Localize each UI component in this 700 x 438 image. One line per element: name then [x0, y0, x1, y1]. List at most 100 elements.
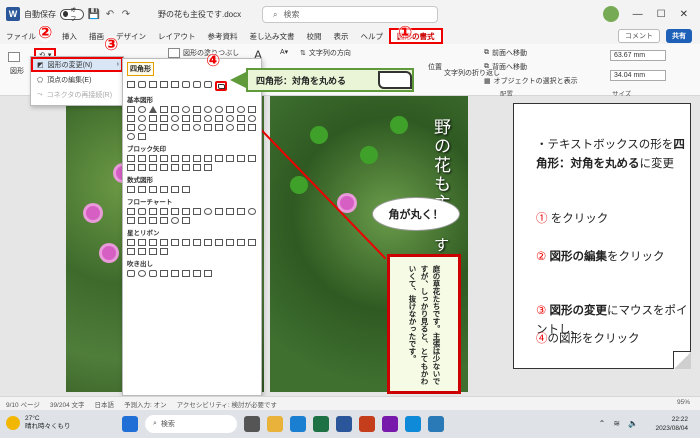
shape-arrow[interactable] — [182, 164, 190, 171]
shape-basic[interactable] — [226, 124, 234, 131]
shape-basic[interactable] — [171, 106, 179, 113]
shape-basic[interactable] — [193, 124, 201, 131]
shape-basic[interactable] — [182, 106, 190, 113]
shape-flowchart[interactable] — [149, 208, 157, 215]
shape-rounded-rectangle[interactable] — [138, 81, 146, 88]
shape-equation[interactable] — [171, 186, 179, 193]
shape-star[interactable] — [127, 239, 135, 246]
shape-star[interactable] — [127, 248, 135, 255]
onenote-icon[interactable] — [382, 416, 398, 432]
shape-callout[interactable] — [193, 270, 201, 277]
shape-flowchart[interactable] — [171, 208, 179, 215]
redo-icon[interactable]: ↷ — [120, 8, 132, 20]
shape-basic[interactable] — [215, 115, 223, 122]
menu-item-change-shape[interactable]: ◩ 図形の変更(N) › — [31, 57, 123, 72]
width-field[interactable]: 34.04 mm — [610, 70, 666, 81]
language-indicator[interactable]: 日本語 — [95, 399, 115, 409]
user-avatar[interactable] — [602, 6, 619, 22]
send-backward-button[interactable]: ⧉ 背面へ移動 — [484, 62, 527, 72]
text-outline-button[interactable]: A▾ — [280, 48, 288, 56]
minimize-icon[interactable]: — — [633, 9, 643, 20]
search-input[interactable]: ⌕ 検索 — [262, 6, 438, 23]
shape-arrow[interactable] — [215, 155, 223, 162]
tab-review[interactable]: 校閲 — [301, 31, 328, 42]
share-button[interactable]: 共有 — [666, 29, 692, 43]
shape-arrow[interactable] — [248, 155, 256, 162]
shape-basic[interactable] — [171, 124, 179, 131]
shape-star[interactable] — [204, 239, 212, 246]
shape-arrow[interactable] — [171, 155, 179, 162]
shape-callout[interactable] — [171, 270, 179, 277]
text-direction-button[interactable]: ⇅ 文字列の方向 — [300, 48, 351, 58]
shape-equation[interactable] — [149, 186, 157, 193]
shape-flowchart[interactable] — [248, 208, 256, 215]
taskbar-search[interactable]: ⌕ 検索 — [145, 415, 237, 433]
file-explorer-icon[interactable] — [267, 416, 283, 432]
shape-basic[interactable] — [248, 106, 256, 113]
excel-icon[interactable] — [313, 416, 329, 432]
shape-round-two[interactable] — [204, 81, 212, 88]
accessibility-indicator[interactable]: アクセシビリティ: 検討が必要です — [177, 399, 277, 409]
shape-star[interactable] — [160, 248, 168, 255]
shape-star[interactable] — [138, 248, 146, 255]
shape-basic[interactable] — [127, 106, 135, 113]
shape-flowchart[interactable] — [182, 217, 190, 224]
shape-basic[interactable] — [138, 133, 146, 140]
shape-callout[interactable] — [138, 270, 146, 277]
shape-basic[interactable] — [127, 133, 135, 140]
tab-help[interactable]: ヘルプ — [355, 31, 390, 42]
shape-arrow[interactable] — [204, 155, 212, 162]
shape-flowchart[interactable] — [149, 217, 157, 224]
shape-basic[interactable] — [138, 124, 146, 131]
shape-basic[interactable] — [237, 106, 245, 113]
shape-callout[interactable] — [149, 270, 157, 277]
powerpoint-icon[interactable] — [359, 416, 375, 432]
shape-basic[interactable] — [193, 115, 201, 122]
tab-references[interactable]: 参考資料 — [202, 31, 244, 42]
shape-flowchart[interactable] — [138, 217, 146, 224]
shape-basic[interactable] — [215, 106, 223, 113]
shape-flowchart[interactable] — [215, 208, 223, 215]
shape-basic[interactable] — [171, 115, 179, 122]
shape-arrow[interactable] — [182, 155, 190, 162]
shape-flowchart[interactable] — [160, 208, 168, 215]
shape-basic[interactable] — [149, 124, 157, 131]
shape-callout[interactable] — [160, 270, 168, 277]
predict-indicator[interactable]: 予測入力: オン — [124, 399, 167, 409]
shape-basic[interactable] — [138, 115, 146, 122]
shape-equation[interactable] — [160, 186, 168, 193]
shape-flowchart[interactable] — [127, 208, 135, 215]
shape-basic[interactable] — [149, 106, 157, 113]
shape-star[interactable] — [138, 239, 146, 246]
shape-arrow[interactable] — [193, 155, 201, 162]
weather-widget[interactable]: 27°C 晴れ時々くもり — [6, 415, 71, 431]
selected-textbox[interactable]: 庭の草花たちです。主張は少ないですが、しっかり見ると、とてもかわいくて、抜けなか… — [387, 254, 461, 394]
shape-basic[interactable] — [248, 124, 256, 131]
shape-star[interactable] — [149, 239, 157, 246]
shape-star[interactable] — [160, 239, 168, 246]
clock[interactable]: 22:22 2023/08/04 — [655, 415, 688, 433]
shape-fill-button[interactable]: 図形の塗りつぶし — [168, 48, 239, 58]
shape-arrow[interactable] — [138, 164, 146, 171]
shape-basic[interactable] — [127, 115, 135, 122]
shape-arrow[interactable] — [160, 164, 168, 171]
shapes-gallery-button[interactable] — [8, 52, 20, 62]
shape-flowchart[interactable] — [193, 208, 201, 215]
shape-basic[interactable] — [160, 106, 168, 113]
undo-icon[interactable]: ↶ — [104, 8, 116, 20]
shape-star[interactable] — [215, 239, 223, 246]
shape-flowchart[interactable] — [204, 208, 212, 215]
shape-arrow[interactable] — [171, 164, 179, 171]
shape-basic[interactable] — [149, 115, 157, 122]
shape-basic[interactable] — [127, 124, 135, 131]
shape-arrow[interactable] — [127, 164, 135, 171]
tab-layout[interactable]: レイアウト — [152, 31, 202, 42]
shape-star[interactable] — [237, 239, 245, 246]
maximize-icon[interactable]: ☐ — [657, 9, 666, 20]
shape-basic[interactable] — [182, 115, 190, 122]
shape-star[interactable] — [171, 239, 179, 246]
shape-flowchart[interactable] — [127, 217, 135, 224]
shape-star[interactable] — [149, 248, 157, 255]
shape-basic[interactable] — [237, 115, 245, 122]
shape-arrow[interactable] — [204, 164, 212, 171]
